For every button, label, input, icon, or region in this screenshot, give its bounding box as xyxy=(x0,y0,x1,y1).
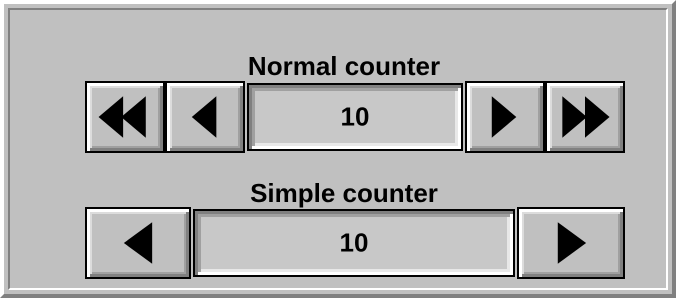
simple-counter-title: Simple counter xyxy=(250,178,438,208)
counter-panel-frame: Normal counter 10 Simple counter 10 xyxy=(8,8,668,290)
normal-fast-backward-button[interactable] xyxy=(85,81,165,153)
double-right-triangle-icon xyxy=(562,96,610,138)
simple-backward-button[interactable] xyxy=(85,207,191,279)
normal-counter-value: 10 xyxy=(340,101,370,132)
normal-forward-button[interactable] xyxy=(465,81,545,153)
simple-forward-button[interactable] xyxy=(517,207,625,279)
right-triangle-icon xyxy=(491,96,517,138)
counter-window: Normal counter 10 Simple counter 10 xyxy=(0,0,676,298)
right-triangle-icon xyxy=(557,222,587,264)
normal-fast-forward-button[interactable] xyxy=(545,81,625,153)
double-left-triangle-icon xyxy=(98,96,146,138)
simple-counter-display: 10 xyxy=(193,209,515,277)
normal-counter-display: 10 xyxy=(247,83,463,151)
left-triangle-icon xyxy=(191,96,217,138)
simple-counter-value: 10 xyxy=(339,227,369,258)
normal-backward-button[interactable] xyxy=(165,81,245,153)
left-triangle-icon xyxy=(123,222,153,264)
normal-counter-title: Normal counter xyxy=(247,51,441,81)
